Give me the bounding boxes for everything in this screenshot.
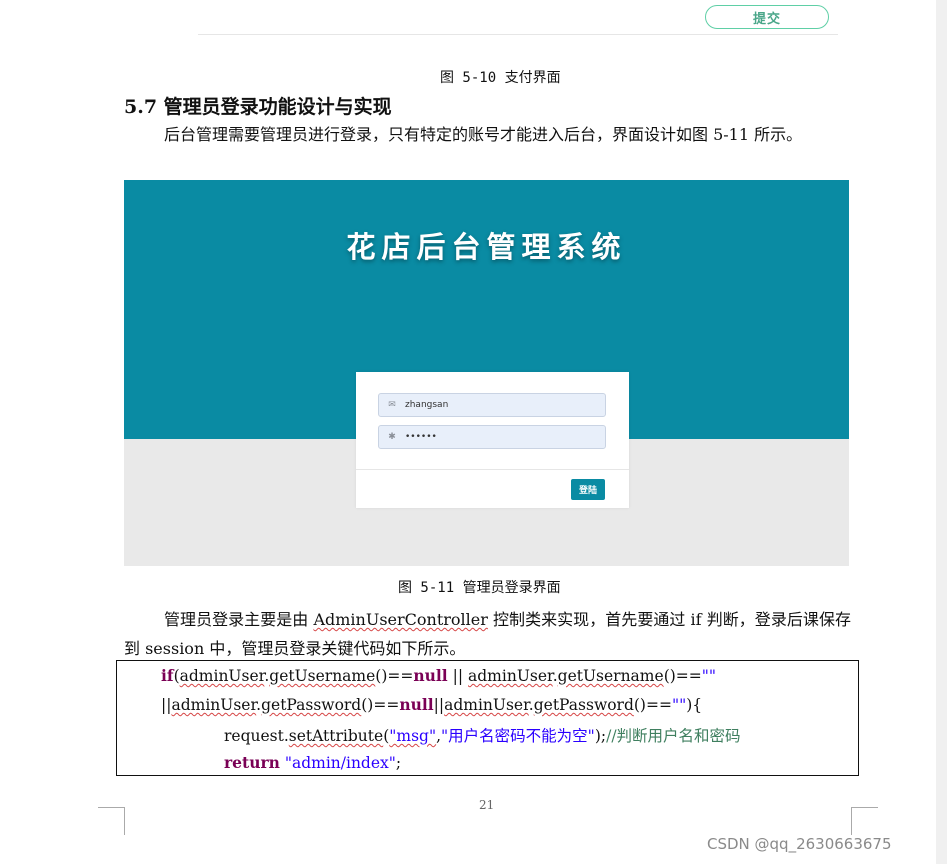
right-margin-strip <box>936 0 947 864</box>
figure-caption-5-11: 图 5-11 管理员登录界面 <box>398 580 561 596</box>
code-token: adminUser <box>171 696 257 714</box>
code-token: adminUser <box>468 667 553 685</box>
submit-button[interactable]: 提交 <box>705 5 829 29</box>
login-card: ✉ zhangsan ✱ •••••• 登陆 <box>356 372 629 508</box>
para2-class-name: AdminUserController <box>313 610 488 629</box>
system-title: 花店后台管理系统 <box>346 230 627 264</box>
username-field[interactable]: ✉ zhangsan <box>378 393 606 417</box>
figure-caption-5-10: 图 5-10 支付界面 <box>440 70 561 86</box>
corner-mark <box>98 807 125 808</box>
code-token: getUsername <box>557 667 664 685</box>
login-screenshot: 花店后台管理系统 ✉ zhangsan ✱ •••••• 登陆 <box>124 180 849 566</box>
card-divider <box>356 469 629 470</box>
code-token: ; <box>395 754 402 772</box>
code-comment: //判断用户名和密码 <box>606 727 741 745</box>
code-line-4: return "admin/index"; <box>224 753 401 772</box>
code-token: ()== <box>663 667 702 685</box>
code-token: || <box>161 696 172 714</box>
code-token: request. <box>224 727 289 745</box>
code-line-2: ||adminUser.getPassword()==null||adminUs… <box>161 695 702 714</box>
password-value: •••••• <box>405 432 437 442</box>
code-line-1: if(adminUser.getUsername()==null || admi… <box>161 666 716 685</box>
top-divider <box>198 34 838 35</box>
code-token: setAttribute <box>288 727 384 745</box>
code-token: return <box>224 753 280 772</box>
code-token: adminUser <box>444 696 529 714</box>
corner-mark <box>851 807 878 808</box>
code-token: if <box>161 666 174 685</box>
code-token: "用户名密码不能为空" <box>441 727 595 745</box>
code-token: "" <box>671 696 687 714</box>
corner-mark <box>851 807 852 835</box>
username-value: zhangsan <box>405 400 449 410</box>
code-token: ()== <box>375 667 414 685</box>
corner-mark <box>124 807 125 835</box>
code-token: "admin/index" <box>284 754 396 772</box>
code-line-3: request.setAttribute("msg","用户名密码不能为空");… <box>224 724 741 746</box>
code-token: || <box>447 667 469 685</box>
code-token: ){ <box>686 696 703 714</box>
code-token: adminUser <box>179 667 265 685</box>
code-token: null <box>399 695 434 714</box>
csdn-watermark: CSDN @qq_2630663675 <box>707 835 892 853</box>
login-button[interactable]: 登陆 <box>571 479 605 500</box>
code-token: getPassword <box>533 696 634 714</box>
code-token: || <box>433 696 445 714</box>
explanation-paragraph: 管理员登录主要是由 AdminUserController 控制类来实现，首先要… <box>124 605 851 663</box>
intro-paragraph: 后台管理需要管理员进行登录，只有特定的账号才能进入后台，界面设计如图 5-11 … <box>164 125 803 144</box>
asterisk-icon: ✱ <box>388 432 396 442</box>
section-heading: 5.7 管理员登录功能设计与实现 <box>124 96 392 118</box>
code-token: ()== <box>633 696 672 714</box>
code-token: getPassword <box>261 696 362 714</box>
code-token: "" <box>701 667 717 685</box>
password-field[interactable]: ✱ •••••• <box>378 425 606 449</box>
envelope-icon: ✉ <box>388 400 396 410</box>
code-token: null <box>413 666 448 685</box>
code-token: ()== <box>361 696 400 714</box>
code-token: getUsername <box>269 667 376 685</box>
code-token: ); <box>594 727 607 745</box>
code-block: if(adminUser.getUsername()==null || admi… <box>116 660 859 776</box>
page-number: 21 <box>479 798 495 812</box>
para2-text-a: 管理员登录主要是由 <box>164 610 314 629</box>
code-token: "msg" <box>389 727 437 745</box>
